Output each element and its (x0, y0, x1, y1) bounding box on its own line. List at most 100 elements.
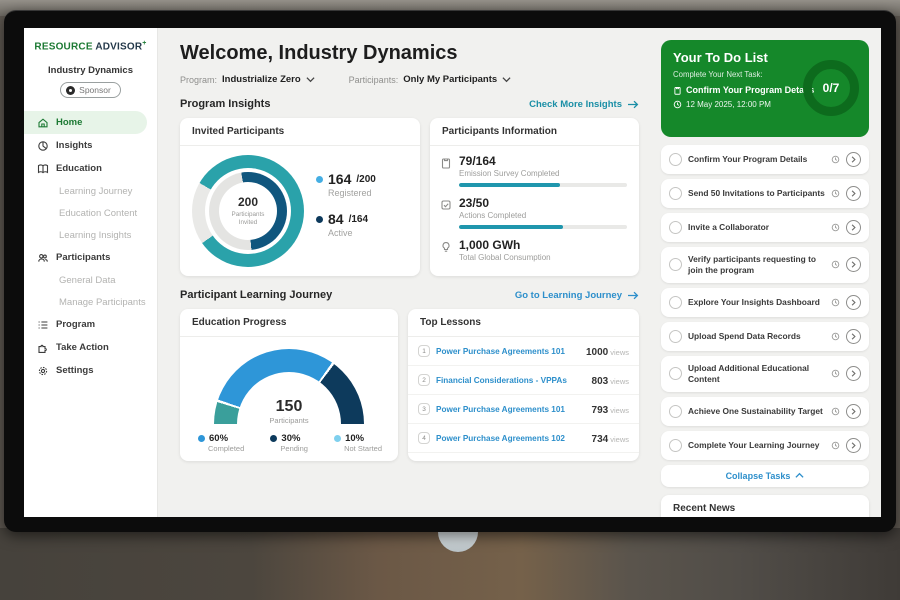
sidebar-item-manage-participants[interactable]: Manage Participants (24, 291, 157, 313)
views-suffix: views (610, 377, 629, 386)
todo-task[interactable]: Complete Your Learning Journey (661, 431, 869, 460)
program-filter[interactable]: Program: Industrialize Zero (180, 74, 315, 85)
chevron-right-icon[interactable] (846, 152, 861, 167)
lesson-link[interactable]: Power Purchase Agreements 101 (436, 347, 580, 356)
education-progress-title: Education Progress (180, 309, 398, 337)
task-checkbox[interactable] (669, 367, 682, 380)
emission-survey-label: Emission Survey Completed (459, 169, 627, 178)
todo-task[interactable]: Invite a Collaborator (661, 213, 869, 242)
todo-task[interactable]: Confirm Your Program Details (661, 145, 869, 174)
education-progress-gauge: 150 Participants (214, 349, 364, 425)
sponsor-badge[interactable]: Sponsor (60, 82, 121, 98)
legend-completed: 60% Completed (198, 433, 244, 453)
education-progress-card: Education Progress 150 Participants 60% … (180, 309, 398, 461)
lesson-views: 803 (592, 376, 609, 387)
chevron-right-icon[interactable] (846, 186, 861, 201)
sidebar-item-label: Participants (56, 252, 110, 263)
actions-completed-label: Actions Completed (459, 211, 627, 220)
chevron-right-icon[interactable] (846, 257, 861, 272)
task-checkbox[interactable] (669, 439, 682, 452)
lightbulb-icon (440, 241, 452, 253)
sidebar-item-label: Education Content (59, 208, 137, 219)
org-name: Industry Dynamics (24, 65, 157, 76)
app-logo: RESOURCE ADVISOR+ (24, 40, 157, 52)
chevron-right-icon[interactable] (846, 295, 861, 310)
pending-pct: 30% (281, 433, 300, 444)
todo-task[interactable]: Send 50 Invitations to Participants (661, 179, 869, 208)
invited-participants-title: Invited Participants (180, 118, 420, 146)
task-checkbox[interactable] (669, 330, 682, 343)
check-more-insights-label: Check More Insights (529, 99, 622, 110)
participants-icon (37, 252, 49, 264)
donut-legend: 164/200 Registered 84/164 Active (316, 171, 376, 251)
sidebar-item-education[interactable]: Education (24, 157, 157, 180)
task-checkbox[interactable] (669, 153, 682, 166)
chevron-right-icon[interactable] (846, 220, 861, 235)
sidebar-item-home[interactable]: Home (24, 111, 147, 134)
todo-task[interactable]: Upload Spend Data Records (661, 322, 869, 351)
lesson-row[interactable]: 2 Financial Considerations - VPPAs 803vi… (408, 366, 639, 395)
sidebar-item-label: General Data (59, 275, 116, 286)
sidebar-item-label: Insights (56, 140, 92, 151)
dashboard-screen: RESOURCE ADVISOR+ Industry Dynamics Spon… (24, 28, 881, 517)
recent-news-card: Recent News (661, 495, 869, 517)
sidebar-item-learning-journey[interactable]: Learning Journey (24, 180, 157, 202)
participants-information-title: Participants Information (430, 118, 639, 146)
participants-filter[interactable]: Participants: Only My Participants (349, 74, 512, 85)
todo-header-card: Your To Do List Complete Your Next Task:… (661, 40, 869, 137)
registered-value: 164 (328, 171, 351, 187)
lesson-row[interactable]: 4 Power Purchase Agreements 102 734views (408, 424, 639, 453)
take-action-icon (37, 342, 49, 354)
sidebar-item-program[interactable]: Program (24, 313, 157, 336)
emission-survey-row: 79/164 Emission Survey Completed (440, 154, 627, 187)
lesson-link[interactable]: Financial Considerations - VPPAs (436, 376, 586, 385)
sidebar-item-learning-insights[interactable]: Learning Insights (24, 224, 157, 246)
arrow-right-icon (627, 100, 639, 109)
chevron-right-icon[interactable] (846, 404, 861, 419)
todo-next-task-label: Confirm Your Program Details (686, 85, 814, 95)
task-checkbox[interactable] (669, 405, 682, 418)
lesson-row[interactable]: 1 Power Purchase Agreements 101 1000view… (408, 337, 639, 366)
logo-text-primary: RESOURCE (34, 41, 92, 52)
recent-news-title: Recent News (661, 495, 869, 517)
chevron-down-icon (306, 76, 315, 83)
lesson-link[interactable]: Power Purchase Agreements 102 (436, 434, 586, 443)
chevron-right-icon[interactable] (846, 366, 861, 381)
program-icon (37, 319, 49, 331)
consumption-row: 1,000 GWh Total Global Consumption (440, 238, 627, 262)
sidebar-item-take-action[interactable]: Take Action (24, 336, 157, 359)
task-checkbox[interactable] (669, 221, 682, 234)
todo-task[interactable]: Upload Additional Educational Content (661, 356, 869, 392)
sidebar-item-education-content[interactable]: Education Content (24, 202, 157, 224)
todo-task[interactable]: Achieve One Sustainability Target (661, 397, 869, 426)
top-lessons-card: Top Lessons 1 Power Purchase Agreements … (408, 309, 639, 461)
task-checkbox[interactable] (669, 258, 682, 271)
sidebar-item-settings[interactable]: Settings (24, 359, 157, 382)
sidebar-item-label: Education (56, 163, 102, 174)
not-started-pct: 10% (345, 433, 364, 444)
chevron-right-icon[interactable] (846, 329, 861, 344)
sidebar-item-participants[interactable]: Participants (24, 246, 157, 269)
active-label: Active (328, 228, 376, 238)
task-checkbox[interactable] (669, 187, 682, 200)
chevron-right-icon[interactable] (846, 438, 861, 453)
invited-participants-body: 200 Participants Invited 164/200 Registe… (180, 146, 420, 267)
check-more-insights-link[interactable]: Check More Insights (529, 99, 639, 110)
sidebar-item-insights[interactable]: Insights (24, 134, 157, 157)
todo-task[interactable]: Verify participants requesting to join t… (661, 247, 869, 283)
lesson-link[interactable]: Power Purchase Agreements 101 (436, 405, 586, 414)
legend-pending: 30% Pending (270, 433, 308, 453)
chevron-up-icon (795, 471, 804, 480)
sidebar-item-general-data[interactable]: General Data (24, 269, 157, 291)
lesson-row[interactable]: 5 Power Purchase Agreements 103 600views (408, 453, 639, 461)
not-started-dot-icon (334, 435, 341, 442)
settings-icon (37, 365, 49, 377)
go-to-learning-journey-link[interactable]: Go to Learning Journey (515, 290, 639, 301)
lesson-row[interactable]: 3 Power Purchase Agreements 101 793views (408, 395, 639, 424)
todo-task[interactable]: Explore Your Insights Dashboard (661, 288, 869, 317)
registered-label: Registered (328, 188, 376, 198)
task-checkbox[interactable] (669, 296, 682, 309)
legend-registered: 164/200 Registered (316, 171, 376, 198)
legend-active: 84/164 Active (316, 211, 376, 238)
collapse-tasks[interactable]: Collapse Tasks (661, 465, 869, 487)
